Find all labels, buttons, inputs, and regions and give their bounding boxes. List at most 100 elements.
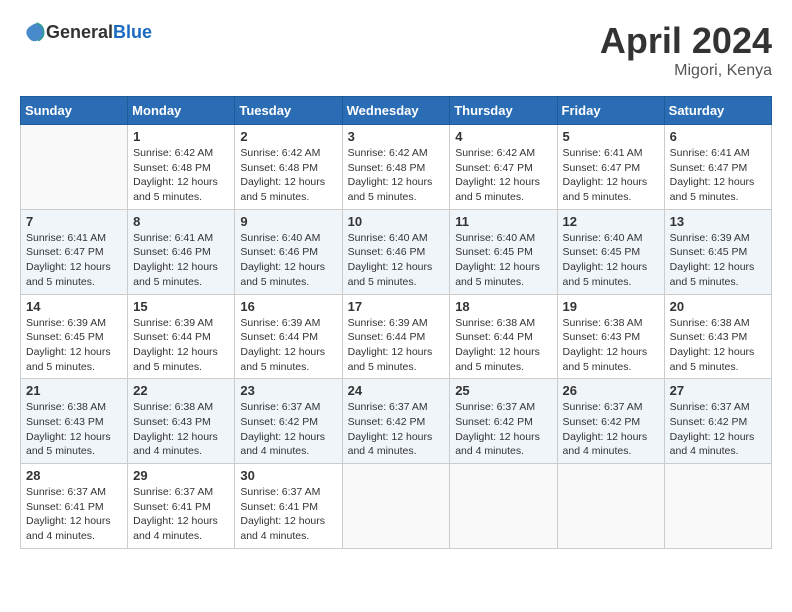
day-info: Sunrise: 6:38 AM Sunset: 6:43 PM Dayligh… <box>670 316 766 375</box>
day-info: Sunrise: 6:37 AM Sunset: 6:41 PM Dayligh… <box>240 485 336 544</box>
day-number: 6 <box>670 129 766 144</box>
day-number: 27 <box>670 383 766 398</box>
day-info: Sunrise: 6:39 AM Sunset: 6:45 PM Dayligh… <box>26 316 122 375</box>
calendar-cell: 22Sunrise: 6:38 AM Sunset: 6:43 PM Dayli… <box>128 379 235 464</box>
calendar-header: SundayMondayTuesdayWednesdayThursdayFrid… <box>21 97 772 125</box>
day-number: 17 <box>348 299 445 314</box>
day-info: Sunrise: 6:39 AM Sunset: 6:44 PM Dayligh… <box>240 316 336 375</box>
calendar-cell: 18 Sunrise: 6:38 AM Sunset: 6:44 PM Dayli… <box>450 294 557 379</box>
day-number: 28 <box>26 468 122 483</box>
day-number: 7 <box>26 214 122 229</box>
day-info: Sunrise: 6:42 AM Sunset: 6:47 PM Dayligh… <box>455 146 551 205</box>
day-number: 11 <box>455 214 551 229</box>
day-number: 2 <box>240 129 336 144</box>
day-info: Sunrise: 6:37 AM Sunset: 6:42 PM Dayligh… <box>348 400 445 459</box>
day-number: 21 <box>26 383 122 398</box>
day-number: 14 <box>26 299 122 314</box>
day-number: 25 <box>455 383 551 398</box>
day-number: 1 <box>133 129 229 144</box>
calendar-cell <box>21 125 128 210</box>
calendar-week-1: 1 Sunrise: 6:42 AM Sunset: 6:48 PM Daylig… <box>21 125 772 210</box>
day-number: 12 <box>563 214 659 229</box>
calendar-cell: 1Sunrise: 6:42 AM Sunset: 6:48 PM Daylig… <box>128 125 235 210</box>
header-day-wednesday: Wednesday <box>342 97 450 125</box>
day-number: 23 <box>240 383 336 398</box>
day-number: 30 <box>240 468 336 483</box>
day-info: Sunrise: 6:42 AM Sunset: 6:48 PM Dayligh… <box>240 146 336 205</box>
header-day-friday: Friday <box>557 97 664 125</box>
calendar-cell: 7Sunrise: 6:41 AM Sunset: 6:47 PM Daylig… <box>21 209 128 294</box>
day-number: 10 <box>348 214 445 229</box>
calendar-cell <box>664 464 771 549</box>
day-info: Sunrise: 6:39 AM Sunset: 6:45 PM Dayligh… <box>670 231 766 290</box>
day-info: Sunrise: 6:40 AM Sunset: 6:45 PM Dayligh… <box>563 231 659 290</box>
day-number: 26 <box>563 383 659 398</box>
calendar-cell: 9 Sunrise: 6:40 AM Sunset: 6:46 PM Daylig… <box>235 209 342 294</box>
calendar-cell <box>342 464 450 549</box>
day-info: Sunrise: 6:38 AM Sunset: 6:43 PM Dayligh… <box>563 316 659 375</box>
day-info: Sunrise: 6:37 AM Sunset: 6:41 PM Dayligh… <box>133 485 229 544</box>
day-number: 18 <box>455 299 551 314</box>
calendar-cell: 13 Sunrise: 6:39 AM Sunset: 6:45 PM Dayli… <box>664 209 771 294</box>
day-info: Sunrise: 6:38 AM Sunset: 6:43 PM Dayligh… <box>26 400 122 459</box>
day-number: 5 <box>563 129 659 144</box>
header-day-thursday: Thursday <box>450 97 557 125</box>
day-number: 9 <box>240 214 336 229</box>
calendar-cell: 2 Sunrise: 6:42 AM Sunset: 6:48 PM Daylig… <box>235 125 342 210</box>
calendar-week-4: 21 Sunrise: 6:38 AM Sunset: 6:43 PM Dayli… <box>21 379 772 464</box>
calendar-cell: 30 Sunrise: 6:37 AM Sunset: 6:41 PM Dayli… <box>235 464 342 549</box>
calendar-week-3: 14 Sunrise: 6:39 AM Sunset: 6:45 PM Dayli… <box>21 294 772 379</box>
calendar-cell: 5Sunrise: 6:41 AM Sunset: 6:47 PM Daylig… <box>557 125 664 210</box>
calendar-cell: 4 Sunrise: 6:42 AM Sunset: 6:47 PM Daylig… <box>450 125 557 210</box>
header-day-saturday: Saturday <box>664 97 771 125</box>
title-block: April 2024 Migori, Kenya <box>600 20 772 80</box>
calendar-location: Migori, Kenya <box>600 62 772 80</box>
day-number: 22 <box>133 383 229 398</box>
day-info: Sunrise: 6:37 AM Sunset: 6:41 PM Dayligh… <box>26 485 122 544</box>
day-number: 15 <box>133 299 229 314</box>
calendar-title: April 2024 <box>600 20 772 62</box>
day-number: 13 <box>670 214 766 229</box>
day-number: 8 <box>133 214 229 229</box>
calendar-cell: 23Sunrise: 6:37 AM Sunset: 6:42 PM Dayli… <box>235 379 342 464</box>
calendar-body: 1 Sunrise: 6:42 AM Sunset: 6:48 PM Daylig… <box>21 125 772 549</box>
calendar-cell: 28 Sunrise: 6:37 AM Sunset: 6:41 PM Dayli… <box>21 464 128 549</box>
calendar-week-5: 28 Sunrise: 6:37 AM Sunset: 6:41 PM Dayli… <box>21 464 772 549</box>
calendar-cell: 15Sunrise: 6:39 AM Sunset: 6:44 PM Dayli… <box>128 294 235 379</box>
calendar-table: SundayMondayTuesdayWednesdayThursdayFrid… <box>20 96 772 549</box>
day-info: Sunrise: 6:37 AM Sunset: 6:42 PM Dayligh… <box>563 400 659 459</box>
calendar-cell: 17 Sunrise: 6:39 AM Sunset: 6:44 PM Dayli… <box>342 294 450 379</box>
calendar-cell: 24 Sunrise: 6:37 AM Sunset: 6:42 PM Dayli… <box>342 379 450 464</box>
calendar-cell <box>450 464 557 549</box>
day-info: Sunrise: 6:41 AM Sunset: 6:46 PM Dayligh… <box>133 231 229 290</box>
header-day-monday: Monday <box>128 97 235 125</box>
day-info: Sunrise: 6:40 AM Sunset: 6:46 PM Dayligh… <box>348 231 445 290</box>
day-number: 19 <box>563 299 659 314</box>
calendar-cell: 27Sunrise: 6:37 AM Sunset: 6:42 PM Dayli… <box>664 379 771 464</box>
calendar-cell: 6 Sunrise: 6:41 AM Sunset: 6:47 PM Daylig… <box>664 125 771 210</box>
day-info: Sunrise: 6:40 AM Sunset: 6:45 PM Dayligh… <box>455 231 551 290</box>
header-day-tuesday: Tuesday <box>235 97 342 125</box>
calendar-cell: 20 Sunrise: 6:38 AM Sunset: 6:43 PM Dayli… <box>664 294 771 379</box>
calendar-cell: 19 Sunrise: 6:38 AM Sunset: 6:43 PM Dayli… <box>557 294 664 379</box>
logo: GeneralBlue <box>20 20 152 44</box>
header-day-sunday: Sunday <box>21 97 128 125</box>
calendar-cell: 29 Sunrise: 6:37 AM Sunset: 6:41 PM Dayli… <box>128 464 235 549</box>
calendar-cell: 26 Sunrise: 6:37 AM Sunset: 6:42 PM Dayli… <box>557 379 664 464</box>
calendar-cell <box>557 464 664 549</box>
day-number: 24 <box>348 383 445 398</box>
day-info: Sunrise: 6:38 AM Sunset: 6:44 PM Dayligh… <box>455 316 551 375</box>
calendar-cell: 8 Sunrise: 6:41 AM Sunset: 6:46 PM Daylig… <box>128 209 235 294</box>
calendar-cell: 11 Sunrise: 6:40 AM Sunset: 6:45 PM Dayli… <box>450 209 557 294</box>
day-info: Sunrise: 6:37 AM Sunset: 6:42 PM Dayligh… <box>455 400 551 459</box>
day-info: Sunrise: 6:39 AM Sunset: 6:44 PM Dayligh… <box>348 316 445 375</box>
day-number: 4 <box>455 129 551 144</box>
calendar-cell: 12 Sunrise: 6:40 AM Sunset: 6:45 PM Dayli… <box>557 209 664 294</box>
day-info: Sunrise: 6:41 AM Sunset: 6:47 PM Dayligh… <box>670 146 766 205</box>
day-info: Sunrise: 6:40 AM Sunset: 6:46 PM Dayligh… <box>240 231 336 290</box>
day-number: 20 <box>670 299 766 314</box>
day-number: 29 <box>133 468 229 483</box>
day-number: 16 <box>240 299 336 314</box>
page-header: GeneralBlue April 2024 Migori, Kenya <box>20 20 772 80</box>
day-info: Sunrise: 6:42 AM Sunset: 6:48 PM Dayligh… <box>348 146 445 205</box>
